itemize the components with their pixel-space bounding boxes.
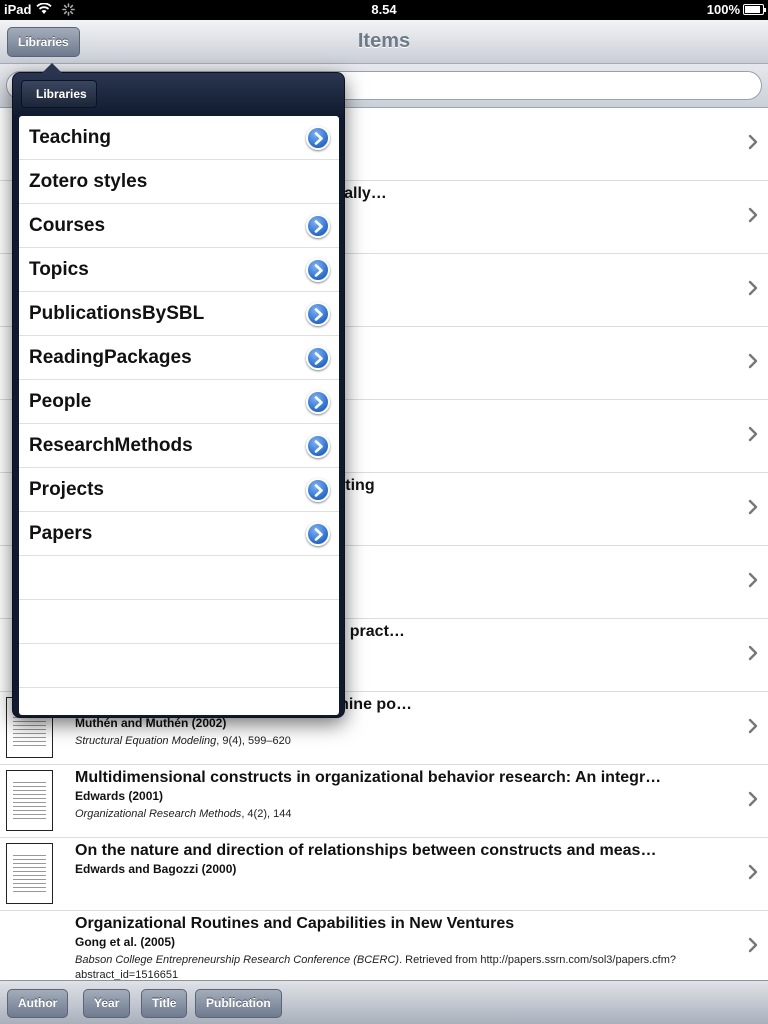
item-publication: Structural Equation Modeling, 9(4), 599–…	[75, 734, 735, 749]
chevron-right-icon	[748, 280, 758, 296]
library-item[interactable]: PublicationsBySBL	[19, 292, 339, 336]
library-item[interactable]: Zotero styles	[19, 160, 339, 204]
disclosure-button-icon[interactable]	[306, 346, 330, 370]
item-row[interactable]: Multidimensional constructs in organizat…	[0, 765, 768, 838]
disclosure-button-icon[interactable]	[306, 434, 330, 458]
status-bar: iPad 8.54 100%	[0, 0, 768, 20]
sort-author-button[interactable]: Author	[7, 989, 69, 1018]
item-author: Muthén and Muthén (2002)	[75, 716, 227, 730]
sort-toolbar: Author Year Title Publication	[0, 980, 768, 1024]
item-title: Multidimensional constructs in organizat…	[75, 769, 662, 786]
item-title: On the nature and direction of relations…	[75, 842, 657, 859]
chevron-right-icon	[748, 134, 758, 150]
chevron-right-icon	[748, 718, 758, 734]
document-thumbnail	[6, 770, 53, 831]
library-item[interactable]: Courses	[19, 204, 339, 248]
library-item-label: ReadingPackages	[29, 347, 192, 368]
library-item[interactable]: People	[19, 380, 339, 424]
item-author: Gong et al. (2005)	[75, 935, 176, 949]
disclosure-button-icon[interactable]	[306, 214, 330, 238]
library-item-label: Courses	[29, 215, 106, 236]
battery-icon	[743, 4, 766, 15]
library-item[interactable]: Teaching	[19, 116, 339, 160]
battery-percent: 100%	[706, 2, 740, 17]
disclosure-button-icon[interactable]	[306, 126, 330, 150]
library-item-label: Papers	[29, 523, 93, 544]
item-title: Organizational Routines and Capabilities…	[75, 915, 515, 932]
popover-arrow	[41, 63, 63, 74]
clock: 8.54	[371, 2, 397, 17]
chevron-right-icon	[748, 937, 758, 953]
empty-row	[19, 600, 339, 644]
item-author: Edwards and Bagozzi (2000)	[75, 862, 237, 876]
library-item[interactable]: Projects	[19, 468, 339, 512]
library-item-label: ResearchMethods	[29, 435, 193, 456]
empty-row	[19, 556, 339, 600]
chevron-right-icon	[748, 864, 758, 880]
navigation-bar: Libraries Items	[0, 20, 768, 64]
page-title: Items	[357, 30, 411, 52]
publication-name: Organizational Research Methods	[75, 808, 242, 820]
disclosure-button-icon[interactable]	[306, 478, 330, 502]
library-list: Teaching Zotero styles Courses Topics Public…	[19, 116, 339, 715]
publication-name: Structural Equation Modeling	[75, 735, 217, 747]
empty-row	[19, 688, 339, 715]
disclosure-button-icon[interactable]	[306, 258, 330, 282]
document-thumbnail	[6, 843, 53, 904]
empty-row	[19, 644, 339, 688]
library-item[interactable]: Papers	[19, 512, 339, 556]
publication-details: , 9(4), 599–620	[216, 735, 291, 747]
item-publication: Babson College Entrepreneurship Research…	[75, 953, 735, 983]
item-publication: Organizational Research Methods, 4(2), 1…	[75, 807, 735, 822]
chevron-right-icon	[748, 791, 758, 807]
chevron-right-icon	[748, 572, 758, 588]
library-item-label: People	[29, 391, 92, 412]
popover-back-label: Libraries	[36, 87, 87, 101]
sort-title-button[interactable]: Title	[141, 989, 188, 1018]
publication-details: , 4(2), 144	[241, 808, 292, 820]
library-item[interactable]: ReadingPackages	[19, 336, 339, 380]
library-item-label: PublicationsBySBL	[29, 303, 205, 324]
library-item[interactable]: ResearchMethods	[19, 424, 339, 468]
libraries-popover: Libraries Teaching Zotero styles Courses To…	[12, 63, 345, 718]
disclosure-button-icon[interactable]	[306, 522, 330, 546]
chevron-right-icon	[748, 426, 758, 442]
library-item-label: Teaching	[29, 127, 111, 148]
publication-name: Babson College Entrepreneurship Research…	[75, 954, 400, 966]
chevron-right-icon	[748, 645, 758, 661]
library-item-label: Projects	[29, 479, 104, 500]
disclosure-button-icon[interactable]	[306, 390, 330, 414]
library-item-label: Topics	[29, 259, 89, 280]
item-row[interactable]: Organizational Routines and Capabilities…	[0, 911, 768, 984]
library-item[interactable]: Topics	[19, 248, 339, 292]
chevron-right-icon	[748, 207, 758, 223]
chevron-right-icon	[748, 499, 758, 515]
disclosure-button-icon[interactable]	[306, 302, 330, 326]
library-item-label: Zotero styles	[29, 171, 148, 192]
popover-back-button[interactable]: Libraries	[21, 80, 97, 108]
sort-publication-button[interactable]: Publication	[195, 989, 282, 1018]
item-row[interactable]: On the nature and direction of relations…	[0, 838, 768, 911]
chevron-right-icon	[748, 353, 758, 369]
sort-year-button[interactable]: Year	[83, 989, 131, 1018]
item-author: Edwards (2001)	[75, 789, 164, 803]
